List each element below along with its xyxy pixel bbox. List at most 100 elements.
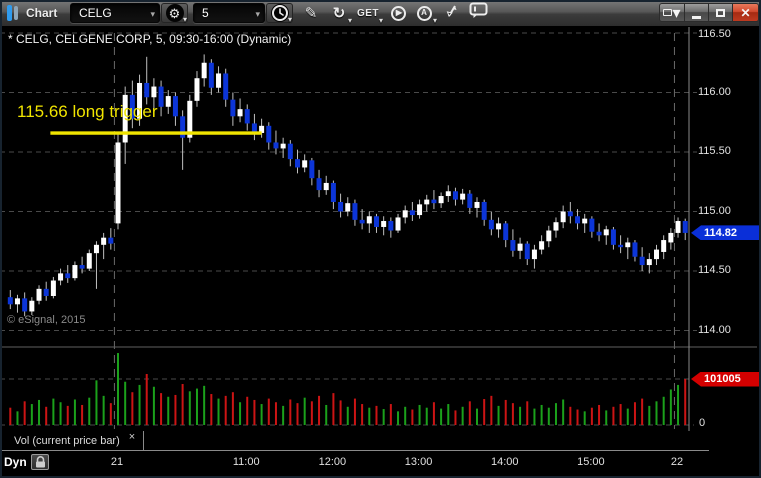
candle-body (101, 237, 107, 245)
candle-body (417, 204, 423, 216)
time-tick-label: 14:00 (490, 456, 519, 468)
candle-body (654, 249, 659, 260)
get-data-button[interactable]: GET ▾ (353, 3, 383, 26)
volume-bar (66, 405, 69, 425)
volume-bar (102, 395, 105, 425)
candle-body (402, 210, 408, 218)
candle-body (201, 62, 207, 79)
draw-tool-button[interactable]: ✎ (299, 3, 323, 23)
gear-icon: ⚙ (165, 4, 184, 22)
symbol-settings-button[interactable]: ⚙ ▾ (161, 3, 188, 24)
trigger-line[interactable] (50, 131, 262, 135)
candle-body (86, 253, 92, 269)
price-tick-label: 115.50 (698, 145, 731, 157)
volume-bar (81, 404, 84, 425)
volume-bar (174, 394, 177, 425)
candle-body (237, 109, 243, 117)
price-tick-label: 114.00 (698, 323, 731, 336)
volume-bar (16, 411, 19, 425)
volume-bar (554, 403, 557, 425)
time-axis: Dyn 21 11:00 12:00 13:00 14:00 15:00 22 (0, 452, 761, 474)
dyn-mode-button[interactable]: Dyn (4, 455, 27, 469)
candle-body (582, 218, 588, 224)
candle-body (661, 240, 667, 252)
volume-bar (167, 396, 170, 425)
title-bar: Chart CELG ▾ ⚙ ▾ 5 ▾ ▾ ✎ ↻ ▾ GET ▾ ▶ A ▾… (0, 0, 761, 27)
maximize-button[interactable] (709, 3, 733, 22)
candle-body (352, 203, 358, 220)
volume-bar (296, 403, 299, 425)
candle-body (488, 219, 494, 230)
volume-bar (124, 381, 127, 425)
volume-bar (375, 405, 378, 425)
play-button[interactable]: ▶ (386, 3, 410, 23)
volume-bar (332, 393, 335, 425)
candle-body (524, 243, 530, 260)
volume-bar (641, 398, 644, 425)
candle-body (395, 217, 401, 231)
candle-body (625, 242, 631, 248)
volume-bar (9, 407, 12, 425)
volume-bar (282, 405, 285, 425)
volume-bar (511, 403, 514, 425)
price-tick-label: 115.00 (698, 204, 731, 217)
volume-bar (598, 404, 601, 425)
candle-body (230, 99, 236, 117)
volume-bar (612, 406, 615, 425)
trigger-annotation[interactable]: 115.66 long trigger (17, 102, 158, 122)
volume-bar (195, 388, 198, 425)
candle-body (481, 201, 487, 220)
volume-bar (210, 394, 213, 425)
volume-bar (677, 384, 680, 425)
refresh-button[interactable]: ↻ ▾ (326, 3, 352, 26)
link-sync-button[interactable] (440, 3, 464, 23)
volume-bar (109, 403, 112, 425)
candle-body (330, 182, 336, 202)
volume-bar (619, 404, 622, 425)
candle-body (460, 193, 466, 200)
volume-bar (418, 404, 421, 425)
interval-input[interactable]: 5 ▾ (193, 3, 265, 23)
restore-menu-button[interactable]: ▾ (659, 3, 685, 22)
lock-button[interactable] (31, 454, 49, 470)
candle-body (452, 191, 458, 200)
volume-bar (289, 399, 292, 425)
minimize-icon (692, 15, 701, 19)
auto-trade-button[interactable]: A ▾ (411, 3, 437, 25)
chart-canvas[interactable] (0, 27, 761, 452)
candle-body (151, 86, 157, 98)
volume-bar (519, 406, 522, 425)
candle-body (575, 216, 581, 224)
candle-body (366, 216, 372, 224)
candle-body (682, 221, 688, 233)
volume-bar (662, 396, 665, 425)
candle-body (194, 78, 200, 101)
candle-body (445, 191, 451, 197)
close-button[interactable]: ✕ (733, 3, 759, 22)
chevron-down-icon: ▾ (182, 15, 187, 24)
candle-body (93, 244, 99, 254)
volume-zero-label: 0 (699, 417, 706, 429)
candle-body (646, 259, 652, 266)
volume-bar (30, 404, 33, 425)
volume-bar (633, 402, 636, 425)
volume-bar (353, 398, 356, 425)
candle-body (546, 230, 552, 242)
symbol-input[interactable]: CELG ▾ (70, 3, 160, 23)
app-chart-icon (7, 5, 21, 21)
candle-body (431, 199, 437, 204)
volume-bar (38, 399, 41, 425)
volume-indicator-tab[interactable]: Vol (current price bar) × (7, 431, 145, 451)
close-icon[interactable]: × (129, 431, 135, 443)
volume-bar (404, 406, 407, 425)
minimize-button[interactable] (685, 3, 709, 22)
volume-bar (181, 384, 184, 425)
candle-body (632, 242, 638, 257)
comment-button[interactable] (466, 2, 492, 23)
pencil-icon: ✎ (304, 4, 318, 22)
volume-bar (684, 379, 687, 425)
volume-bar (52, 398, 55, 425)
volume-bar (325, 404, 328, 425)
candle-body (287, 143, 293, 160)
interval-time-button[interactable]: ▾ (266, 3, 293, 24)
